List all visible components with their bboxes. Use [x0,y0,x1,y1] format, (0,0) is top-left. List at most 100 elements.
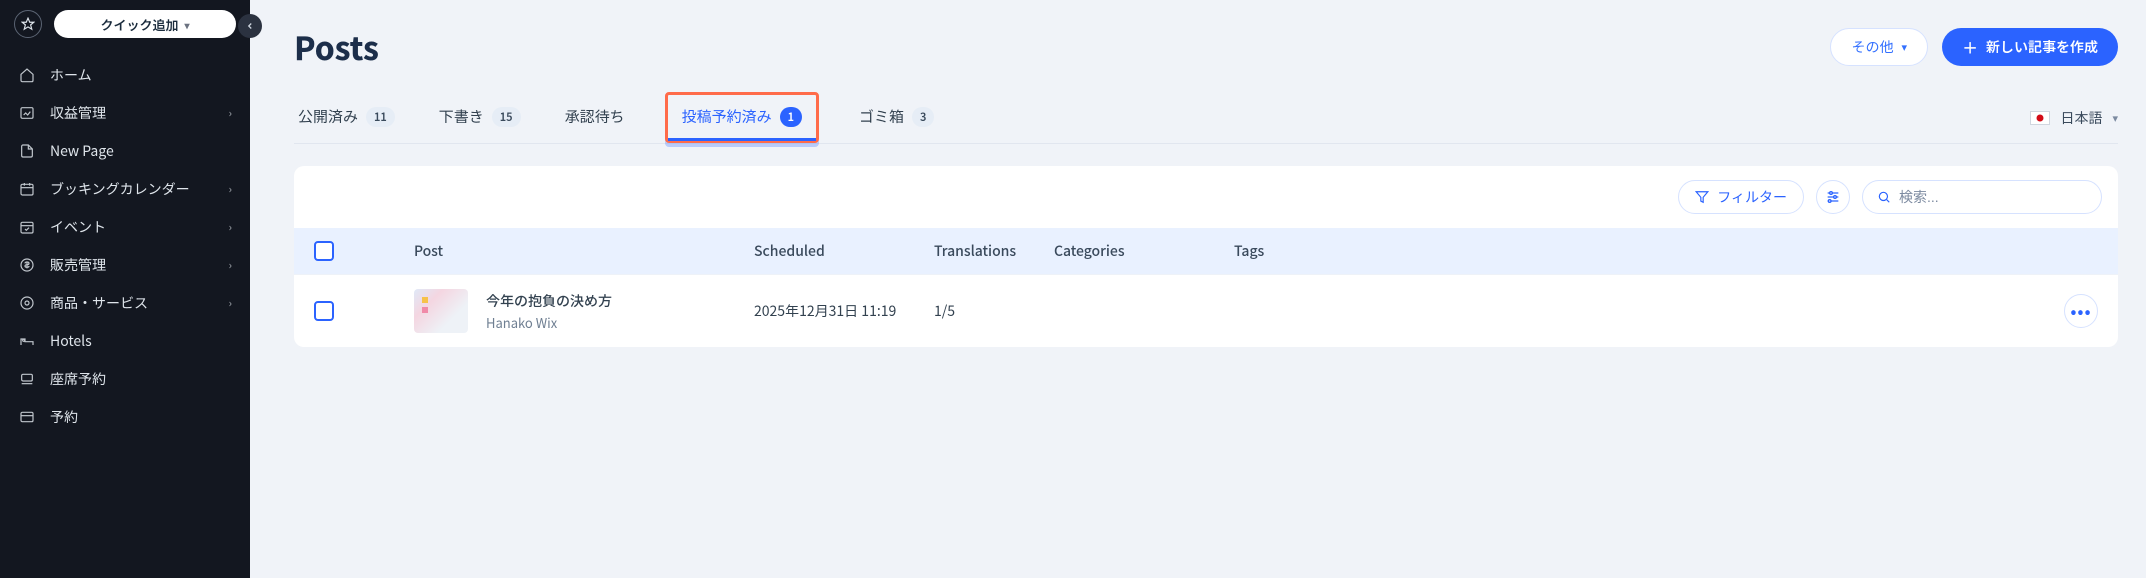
col-header-post: Post [414,241,754,261]
chevron-right-icon: › [229,295,232,311]
sidebar-collapse-toggle[interactable] [238,14,262,38]
plus-icon: ＋ [1962,35,1978,59]
sidebar-nav: ホーム収益管理›New Pageブッキングカレンダー›イベント›販売管理›商品・… [0,52,250,440]
quick-add-label: クイック追加 [100,15,178,34]
event-icon [18,218,36,236]
create-post-button[interactable]: ＋ 新しい記事を作成 [1942,28,2118,66]
row-scheduled: 2025年12月31日 11:19 [754,301,934,321]
col-header-translations: Translations [934,241,1054,261]
search-input[interactable] [1899,189,2087,205]
sidebar-item-label: 商品・サービス [50,293,148,313]
hotels-icon [18,332,36,350]
quick-add-button[interactable]: クイック追加 ▾ [54,10,236,38]
tabs: 公開済み 11 下書き 15 承認待ち 投稿予約済み 1 ゴミ箱 3 [294,92,938,143]
sidebar-item-home[interactable]: ホーム [0,56,250,94]
tab-label: 下書き [439,106,484,127]
select-all-checkbox[interactable] [314,241,334,261]
sidebar: クイック追加 ▾ ホーム収益管理›New Pageブッキングカレンダー›イベント… [0,0,250,578]
filter-icon [1695,190,1709,204]
page-title: Posts [294,24,379,70]
filter-label: フィルター [1717,187,1787,207]
main-content: Posts その他 ▾ ＋ 新しい記事を作成 公開済み 11 下書き 15 承認待ち 投稿… [250,0,2146,578]
chevron-down-icon: ▾ [2112,110,2118,126]
table-body: 今年の抱負の決め方 Hanako Wix 2025年12月31日 11:191/5 •… [294,274,2118,347]
tab-label: 承認待ち [565,106,625,127]
tab-4[interactable]: ゴミ箱 3 [855,92,938,143]
col-header-categories: Categories [1054,241,1234,261]
tab-1[interactable]: 下書き 15 [435,92,525,143]
posts-card: フィルター Post Scheduled Translations Catego… [294,166,2118,347]
table-header: Post Scheduled Translations Categories T… [294,228,2118,274]
sidebar-top: クイック追加 ▾ [0,0,250,52]
post-title: 今年の抱負の決め方 [486,291,612,311]
sidebar-item-seats[interactable]: 座席予約 [0,360,250,398]
sidebar-item-label: New Page [50,141,114,161]
row-checkbox[interactable] [314,301,334,321]
row-translations: 1/5 [934,301,1054,321]
reservations-icon [18,408,36,426]
sidebar-item-label: ブッキングカレンダー [50,179,190,199]
table-row[interactable]: 今年の抱負の決め方 Hanako Wix 2025年12月31日 11:191/5 •… [294,274,2118,347]
row-more-button[interactable]: ••• [2064,294,2098,328]
page-icon [18,142,36,160]
favorite-icon[interactable] [14,10,42,38]
language-label: 日本語 [2060,108,2102,128]
create-post-label: 新しい記事を作成 [1986,37,2098,57]
home-icon [18,66,36,84]
chevron-down-icon: ▾ [1901,39,1907,55]
sidebar-item-label: 座席予約 [50,369,106,389]
tabs-row: 公開済み 11 下書き 15 承認待ち 投稿予約済み 1 ゴミ箱 3 日本語 ▾ [294,92,2118,144]
card-toolbar: フィルター [294,166,2118,228]
col-checkbox [314,241,414,261]
other-actions-button[interactable]: その他 ▾ [1830,28,1928,66]
tab-label: 公開済み [298,106,358,127]
sidebar-item-label: イベント [50,217,106,237]
settings-button[interactable] [1816,180,1850,214]
sidebar-item-label: Hotels [50,331,92,351]
chevron-right-icon: › [229,105,232,121]
chevron-down-icon: ▾ [184,17,189,32]
sidebar-item-label: 販売管理 [50,255,106,275]
sidebar-item-page[interactable]: New Page [0,132,250,170]
chevron-right-icon: › [229,257,232,273]
col-header-tags: Tags [1234,241,2038,261]
tab-label: ゴミ箱 [859,106,904,127]
chevron-right-icon: › [229,219,232,235]
language-picker[interactable]: 日本語 ▾ [2030,108,2118,128]
tab-3[interactable]: 投稿予約済み 1 [665,92,819,143]
sidebar-item-calendar[interactable]: ブッキングカレンダー › [0,170,250,208]
post-thumbnail [414,289,468,333]
tab-0[interactable]: 公開済み 11 [294,92,399,143]
sidebar-item-event[interactable]: イベント › [0,208,250,246]
sidebar-item-hotels[interactable]: Hotels [0,322,250,360]
flag-jp-icon [2030,111,2050,125]
col-header-scheduled: Scheduled [754,241,934,261]
post-author: Hanako Wix [486,313,612,332]
sidebar-item-label: ホーム [50,65,92,85]
products-icon [18,294,36,312]
sales-icon [18,256,36,274]
tab-count-badge: 15 [492,107,521,127]
tab-label: 投稿予約済み [682,106,772,127]
sidebar-item-sales[interactable]: 販売管理 › [0,246,250,284]
tab-count-badge: 1 [780,107,802,127]
header-actions: その他 ▾ ＋ 新しい記事を作成 [1830,28,2118,66]
page-header: Posts その他 ▾ ＋ 新しい記事を作成 [294,0,2118,80]
seats-icon [18,370,36,388]
other-actions-label: その他 [1851,37,1893,57]
tab-count-badge: 3 [912,107,934,127]
search-icon [1877,190,1891,204]
sliders-icon [1825,189,1841,205]
search-box[interactable] [1862,180,2102,214]
sidebar-item-label: 予約 [50,407,78,427]
calendar-icon [18,180,36,198]
filter-button[interactable]: フィルター [1678,180,1804,214]
tab-2[interactable]: 承認待ち [561,92,629,143]
sidebar-item-products[interactable]: 商品・サービス › [0,284,250,322]
revenue-icon [18,104,36,122]
sidebar-item-reservations[interactable]: 予約 [0,398,250,436]
sidebar-item-label: 収益管理 [50,103,106,123]
chevron-right-icon: › [229,181,232,197]
sidebar-item-revenue[interactable]: 収益管理 › [0,94,250,132]
tab-count-badge: 11 [366,107,395,127]
